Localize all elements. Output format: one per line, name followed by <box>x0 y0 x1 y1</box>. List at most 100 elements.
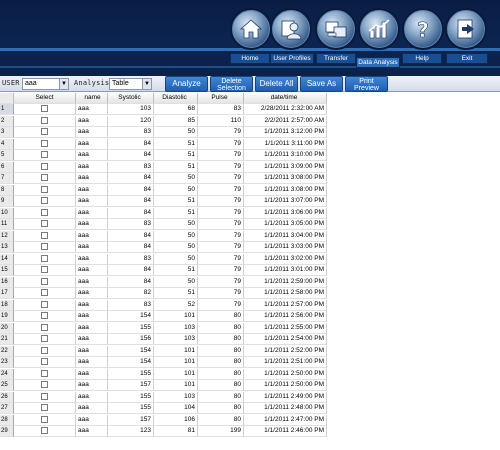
row-index[interactable]: 15 <box>0 265 14 276</box>
table-row[interactable]: 19 aaa 154 101 80 1/1/2011 2:56:00 PM <box>0 311 327 322</box>
column-header-datetime[interactable]: date/time <box>244 93 327 104</box>
row-select-checkbox[interactable] <box>41 151 48 158</box>
data-analysis-nav-button[interactable] <box>358 8 400 50</box>
column-header-select[interactable]: Select <box>14 93 76 104</box>
table-row[interactable]: 13 aaa 84 50 79 1/1/2011 3:03:00 PM <box>0 242 327 253</box>
row-index[interactable]: 16 <box>0 276 14 288</box>
table-row[interactable]: 2 aaa 120 85 110 2/2/2011 2:57:00 AM <box>0 115 327 127</box>
row-select-checkbox[interactable] <box>41 392 48 400</box>
row-select-checkbox[interactable] <box>41 128 48 135</box>
nav-label-home[interactable]: Home <box>230 53 270 64</box>
column-header-systolic[interactable]: Systolic <box>108 93 154 104</box>
row-select-checkbox[interactable] <box>41 174 48 181</box>
row-index[interactable]: 26 <box>0 391 14 403</box>
table-row[interactable]: 17 aaa 82 51 79 1/1/2011 2:58:00 PM <box>0 288 327 299</box>
row-select-checkbox[interactable] <box>41 277 48 285</box>
table-row[interactable]: 1 aaa 103 68 83 2/28/2011 2:32:00 AM <box>0 104 327 115</box>
table-row[interactable]: 22 aaa 154 101 80 1/1/2011 2:52:00 PM <box>0 345 327 357</box>
row-index[interactable]: 3 <box>0 127 14 138</box>
row-select-checkbox[interactable] <box>41 266 48 273</box>
row-select-checkbox[interactable] <box>41 381 48 388</box>
table-row[interactable]: 27 aaa 155 104 80 1/1/2011 2:48:00 PM <box>0 403 327 414</box>
delete-selection-button[interactable]: Delete Selection <box>210 76 253 92</box>
row-index[interactable]: 9 <box>0 196 14 207</box>
row-select-checkbox[interactable] <box>41 116 48 124</box>
row-select-checkbox[interactable] <box>41 208 48 216</box>
row-index[interactable]: 2 <box>0 115 14 127</box>
row-select-checkbox[interactable] <box>41 254 48 262</box>
nav-label-exit[interactable]: Exit <box>446 53 488 64</box>
table-row[interactable]: 23 aaa 154 101 80 1/1/2011 2:51:00 PM <box>0 357 327 368</box>
row-index[interactable]: 17 <box>0 288 14 299</box>
nav-label-help[interactable]: Help <box>402 53 442 64</box>
row-index[interactable]: 11 <box>0 219 14 230</box>
row-select-checkbox[interactable] <box>41 139 48 147</box>
row-select-checkbox[interactable] <box>41 197 48 204</box>
row-index[interactable]: 4 <box>0 138 14 150</box>
row-index[interactable]: 19 <box>0 311 14 322</box>
row-index[interactable]: 8 <box>0 184 14 196</box>
row-select-checkbox[interactable] <box>41 162 48 170</box>
row-index[interactable]: 10 <box>0 207 14 219</box>
row-select-checkbox[interactable] <box>41 231 48 239</box>
row-index[interactable]: 14 <box>0 253 14 265</box>
user-profiles-nav-button[interactable] <box>270 8 312 50</box>
row-index[interactable]: 20 <box>0 322 14 334</box>
table-row[interactable]: 10 aaa 84 51 79 1/1/2011 3:06:00 PM <box>0 207 327 219</box>
row-select-checkbox[interactable] <box>41 300 48 308</box>
row-select-checkbox[interactable] <box>41 427 48 434</box>
row-select-checkbox[interactable] <box>41 185 48 193</box>
table-row[interactable]: 7 aaa 84 50 79 1/1/2011 3:08:00 PM <box>0 173 327 184</box>
table-row[interactable]: 5 aaa 84 51 79 1/1/2011 3:10:00 PM <box>0 150 327 161</box>
row-index[interactable]: 5 <box>0 150 14 161</box>
row-select-checkbox[interactable] <box>41 369 48 377</box>
table-row[interactable]: 8 aaa 84 50 79 1/1/2011 3:08:00 PM <box>0 184 327 196</box>
nav-label-user-profiles[interactable]: User Profiles <box>270 53 314 64</box>
column-header-diastolic[interactable]: Diastolic <box>154 93 198 104</box>
table-row[interactable]: 6 aaa 83 51 79 1/1/2011 3:09:00 PM <box>0 161 327 173</box>
delete-all-button[interactable]: Delete All <box>255 76 298 92</box>
table-row[interactable]: 21 aaa 156 103 80 1/1/2011 2:54:00 PM <box>0 334 327 345</box>
nav-label-transfer[interactable]: Transfer <box>316 53 356 64</box>
table-row[interactable]: 18 aaa 83 52 79 1/1/2011 2:57:00 PM <box>0 299 327 311</box>
user-select[interactable]: aaa ▼ <box>22 78 69 90</box>
print-preview-button[interactable]: Print Preview <box>345 76 388 92</box>
table-row[interactable]: 11 aaa 83 50 79 1/1/2011 3:05:00 PM <box>0 219 327 230</box>
row-index[interactable]: 25 <box>0 380 14 391</box>
table-row[interactable]: 14 aaa 83 50 79 1/1/2011 3:02:00 PM <box>0 253 327 265</box>
row-index[interactable]: 23 <box>0 357 14 368</box>
save-as-button[interactable]: Save As <box>300 76 343 92</box>
row-select-checkbox[interactable] <box>41 220 48 227</box>
row-index[interactable]: 29 <box>0 426 14 437</box>
row-select-checkbox[interactable] <box>41 323 48 331</box>
row-select-checkbox[interactable] <box>41 415 48 423</box>
row-index[interactable]: 6 <box>0 161 14 173</box>
row-index[interactable]: 27 <box>0 403 14 414</box>
table-row[interactable]: 26 aaa 155 103 80 1/1/2011 2:49:00 PM <box>0 391 327 403</box>
row-select-checkbox[interactable] <box>41 105 48 112</box>
row-index[interactable]: 24 <box>0 368 14 380</box>
row-index[interactable]: 18 <box>0 299 14 311</box>
home-nav-button[interactable] <box>230 8 272 50</box>
table-row[interactable]: 9 aaa 84 51 79 1/1/2011 3:07:00 PM <box>0 196 327 207</box>
row-index[interactable]: 12 <box>0 230 14 242</box>
table-row[interactable]: 3 aaa 83 50 79 1/1/2011 3:12:00 PM <box>0 127 327 138</box>
row-select-checkbox[interactable] <box>41 404 48 411</box>
chevron-down-icon[interactable]: ▼ <box>142 79 151 89</box>
table-row[interactable]: 25 aaa 157 101 80 1/1/2011 2:50:00 PM <box>0 380 327 391</box>
analysis-select[interactable]: Table ▼ <box>109 78 152 90</box>
row-select-checkbox[interactable] <box>41 358 48 365</box>
row-index[interactable]: 28 <box>0 414 14 426</box>
row-select-checkbox[interactable] <box>41 312 48 319</box>
table-row[interactable]: 4 aaa 84 51 79 1/1/2011 3:11:00 PM <box>0 138 327 150</box>
row-index[interactable]: 7 <box>0 173 14 184</box>
row-index[interactable]: 21 <box>0 334 14 345</box>
row-index[interactable]: 1 <box>0 104 14 115</box>
table-row[interactable]: 28 aaa 157 106 80 1/1/2011 2:47:00 PM <box>0 414 327 426</box>
row-select-checkbox[interactable] <box>41 289 48 296</box>
table-row[interactable]: 24 aaa 155 101 80 1/1/2011 2:50:00 PM <box>0 368 327 380</box>
row-select-checkbox[interactable] <box>41 346 48 354</box>
column-header-pulse[interactable]: Pulse <box>198 93 244 104</box>
row-index[interactable]: 22 <box>0 345 14 357</box>
row-index[interactable]: 13 <box>0 242 14 253</box>
